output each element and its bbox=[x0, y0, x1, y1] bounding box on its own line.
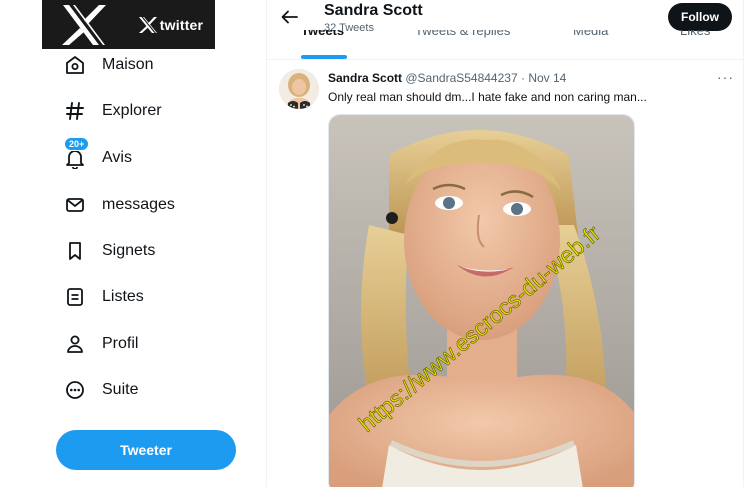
sidebar-item-label: Avis bbox=[102, 149, 132, 166]
sidebar-item-signets[interactable]: Signets bbox=[62, 236, 155, 266]
sidebar-item-messages[interactable]: messages bbox=[62, 190, 175, 220]
logo-word: twitter bbox=[159, 16, 204, 33]
sidebar-item-maison[interactable]: Maison bbox=[62, 50, 154, 80]
x-logo-small-icon bbox=[138, 16, 157, 33]
photo-image bbox=[329, 115, 634, 487]
sidebar-item-avis[interactable]: 20+ Avis bbox=[62, 137, 132, 173]
tweet-separator: · bbox=[520, 71, 525, 85]
sidebar-item-label: Signets bbox=[102, 242, 156, 259]
profile-name: Sandra Scott bbox=[324, 2, 423, 19]
logo-banner: twitter bbox=[42, 0, 215, 49]
tweet-author[interactable]: Sandra Scott bbox=[328, 71, 402, 85]
tab-likes[interactable]: Likes bbox=[680, 30, 720, 60]
bookmark-icon bbox=[62, 238, 88, 264]
hashtag-icon bbox=[62, 98, 88, 124]
tab-media[interactable]: Media bbox=[573, 30, 613, 60]
x-logo-icon[interactable] bbox=[42, 0, 126, 49]
notification-badge: 20+ bbox=[64, 137, 90, 151]
tweet-handle[interactable]: @SandraS54844237 bbox=[405, 71, 517, 85]
tab-tweets-replies[interactable]: Tweets & replies bbox=[415, 30, 515, 60]
sidebar-item-profil[interactable]: Profil bbox=[62, 329, 138, 359]
home-icon bbox=[62, 52, 88, 78]
sidebar-item-label: Profil bbox=[102, 335, 139, 352]
sidebar-item-listes[interactable]: Listes bbox=[62, 282, 144, 312]
person-icon bbox=[62, 331, 88, 357]
back-arrow-icon[interactable] bbox=[279, 8, 301, 26]
sidebar-item-explorer[interactable]: Explorer bbox=[62, 96, 162, 126]
sidebar-item-label: Explorer bbox=[102, 102, 162, 119]
twitter-wordmark: twitter bbox=[126, 0, 215, 49]
main-column: Sandra Scott 32 Tweets Follow Tweets Twe… bbox=[266, 0, 744, 487]
more-circle-icon bbox=[62, 377, 88, 403]
tweet-header: Sandra Scott @SandraS54844237 · Nov 14 bbox=[328, 71, 566, 85]
follow-button[interactable]: Follow bbox=[668, 3, 732, 31]
tweet-button[interactable]: Tweeter bbox=[56, 430, 236, 470]
tweet-text: Only real man should dm...I hate fake an… bbox=[328, 90, 647, 104]
sidebar-nav: twitter Maison Explorer 20+ Avis message… bbox=[0, 0, 266, 487]
list-icon bbox=[62, 284, 88, 310]
active-tab-indicator bbox=[301, 55, 347, 59]
envelope-icon bbox=[62, 192, 88, 218]
bell-icon: 20+ bbox=[62, 137, 90, 171]
sidebar-item-label: messages bbox=[102, 196, 175, 213]
sidebar-item-label: Maison bbox=[102, 56, 154, 73]
tweet-date[interactable]: Nov 14 bbox=[528, 71, 566, 85]
sidebar-item-label: Listes bbox=[102, 288, 144, 305]
tweet-photo[interactable]: https://www.escrocs-du-web.fr bbox=[328, 114, 635, 487]
sidebar-item-suite[interactable]: Suite bbox=[62, 375, 138, 405]
avatar[interactable] bbox=[279, 69, 319, 109]
more-options-icon[interactable]: ··· bbox=[717, 69, 734, 85]
sidebar-item-label: Suite bbox=[102, 381, 139, 398]
